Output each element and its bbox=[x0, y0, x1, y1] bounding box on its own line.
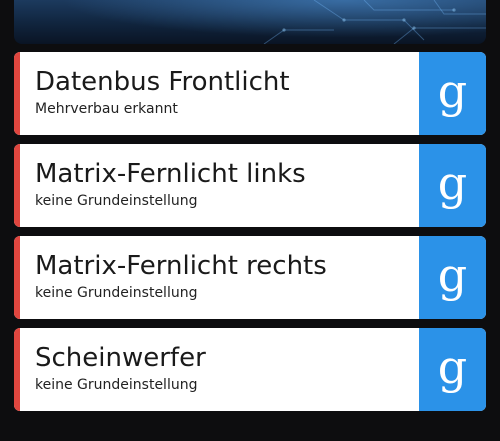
list-item-text: Matrix-Fernlicht links keine Grundeinste… bbox=[20, 144, 419, 227]
list-item-text: Matrix-Fernlicht rechts keine Grundeinst… bbox=[20, 236, 419, 319]
list-item-text: Datenbus Frontlicht Mehrverbau erkannt bbox=[20, 52, 419, 135]
item-subtitle: keine Grundeinstellung bbox=[35, 193, 198, 209]
list-item[interactable]: Matrix-Fernlicht rechts keine Grundeinst… bbox=[14, 236, 486, 319]
action-button[interactable]: g bbox=[419, 236, 486, 319]
action-button[interactable]: g bbox=[419, 328, 486, 411]
item-title: Scheinwerfer bbox=[35, 343, 206, 373]
list-item-text: Scheinwerfer keine Grundeinstellung bbox=[20, 328, 419, 411]
item-title: Datenbus Frontlicht bbox=[35, 67, 290, 97]
item-subtitle: Mehrverbau erkannt bbox=[35, 101, 178, 117]
g-glyph-icon: g bbox=[437, 339, 468, 394]
g-glyph-icon: g bbox=[437, 155, 468, 210]
g-glyph-icon: g bbox=[437, 247, 468, 302]
list-item[interactable]: Datenbus Frontlicht Mehrverbau erkannt g bbox=[14, 52, 486, 135]
circuit-pattern bbox=[263, 0, 486, 44]
list-item[interactable]: Matrix-Fernlicht links keine Grundeinste… bbox=[14, 144, 486, 227]
g-glyph-icon: g bbox=[437, 63, 468, 118]
item-title: Matrix-Fernlicht links bbox=[35, 159, 306, 189]
item-title: Matrix-Fernlicht rechts bbox=[35, 251, 327, 281]
item-subtitle: keine Grundeinstellung bbox=[35, 285, 198, 301]
header-banner-image bbox=[14, 0, 486, 44]
list-item[interactable]: Scheinwerfer keine Grundeinstellung g bbox=[14, 328, 486, 411]
action-button[interactable]: g bbox=[419, 144, 486, 227]
item-subtitle: keine Grundeinstellung bbox=[35, 377, 198, 393]
fault-list: Datenbus Frontlicht Mehrverbau erkannt g… bbox=[14, 52, 486, 420]
action-button[interactable]: g bbox=[419, 52, 486, 135]
